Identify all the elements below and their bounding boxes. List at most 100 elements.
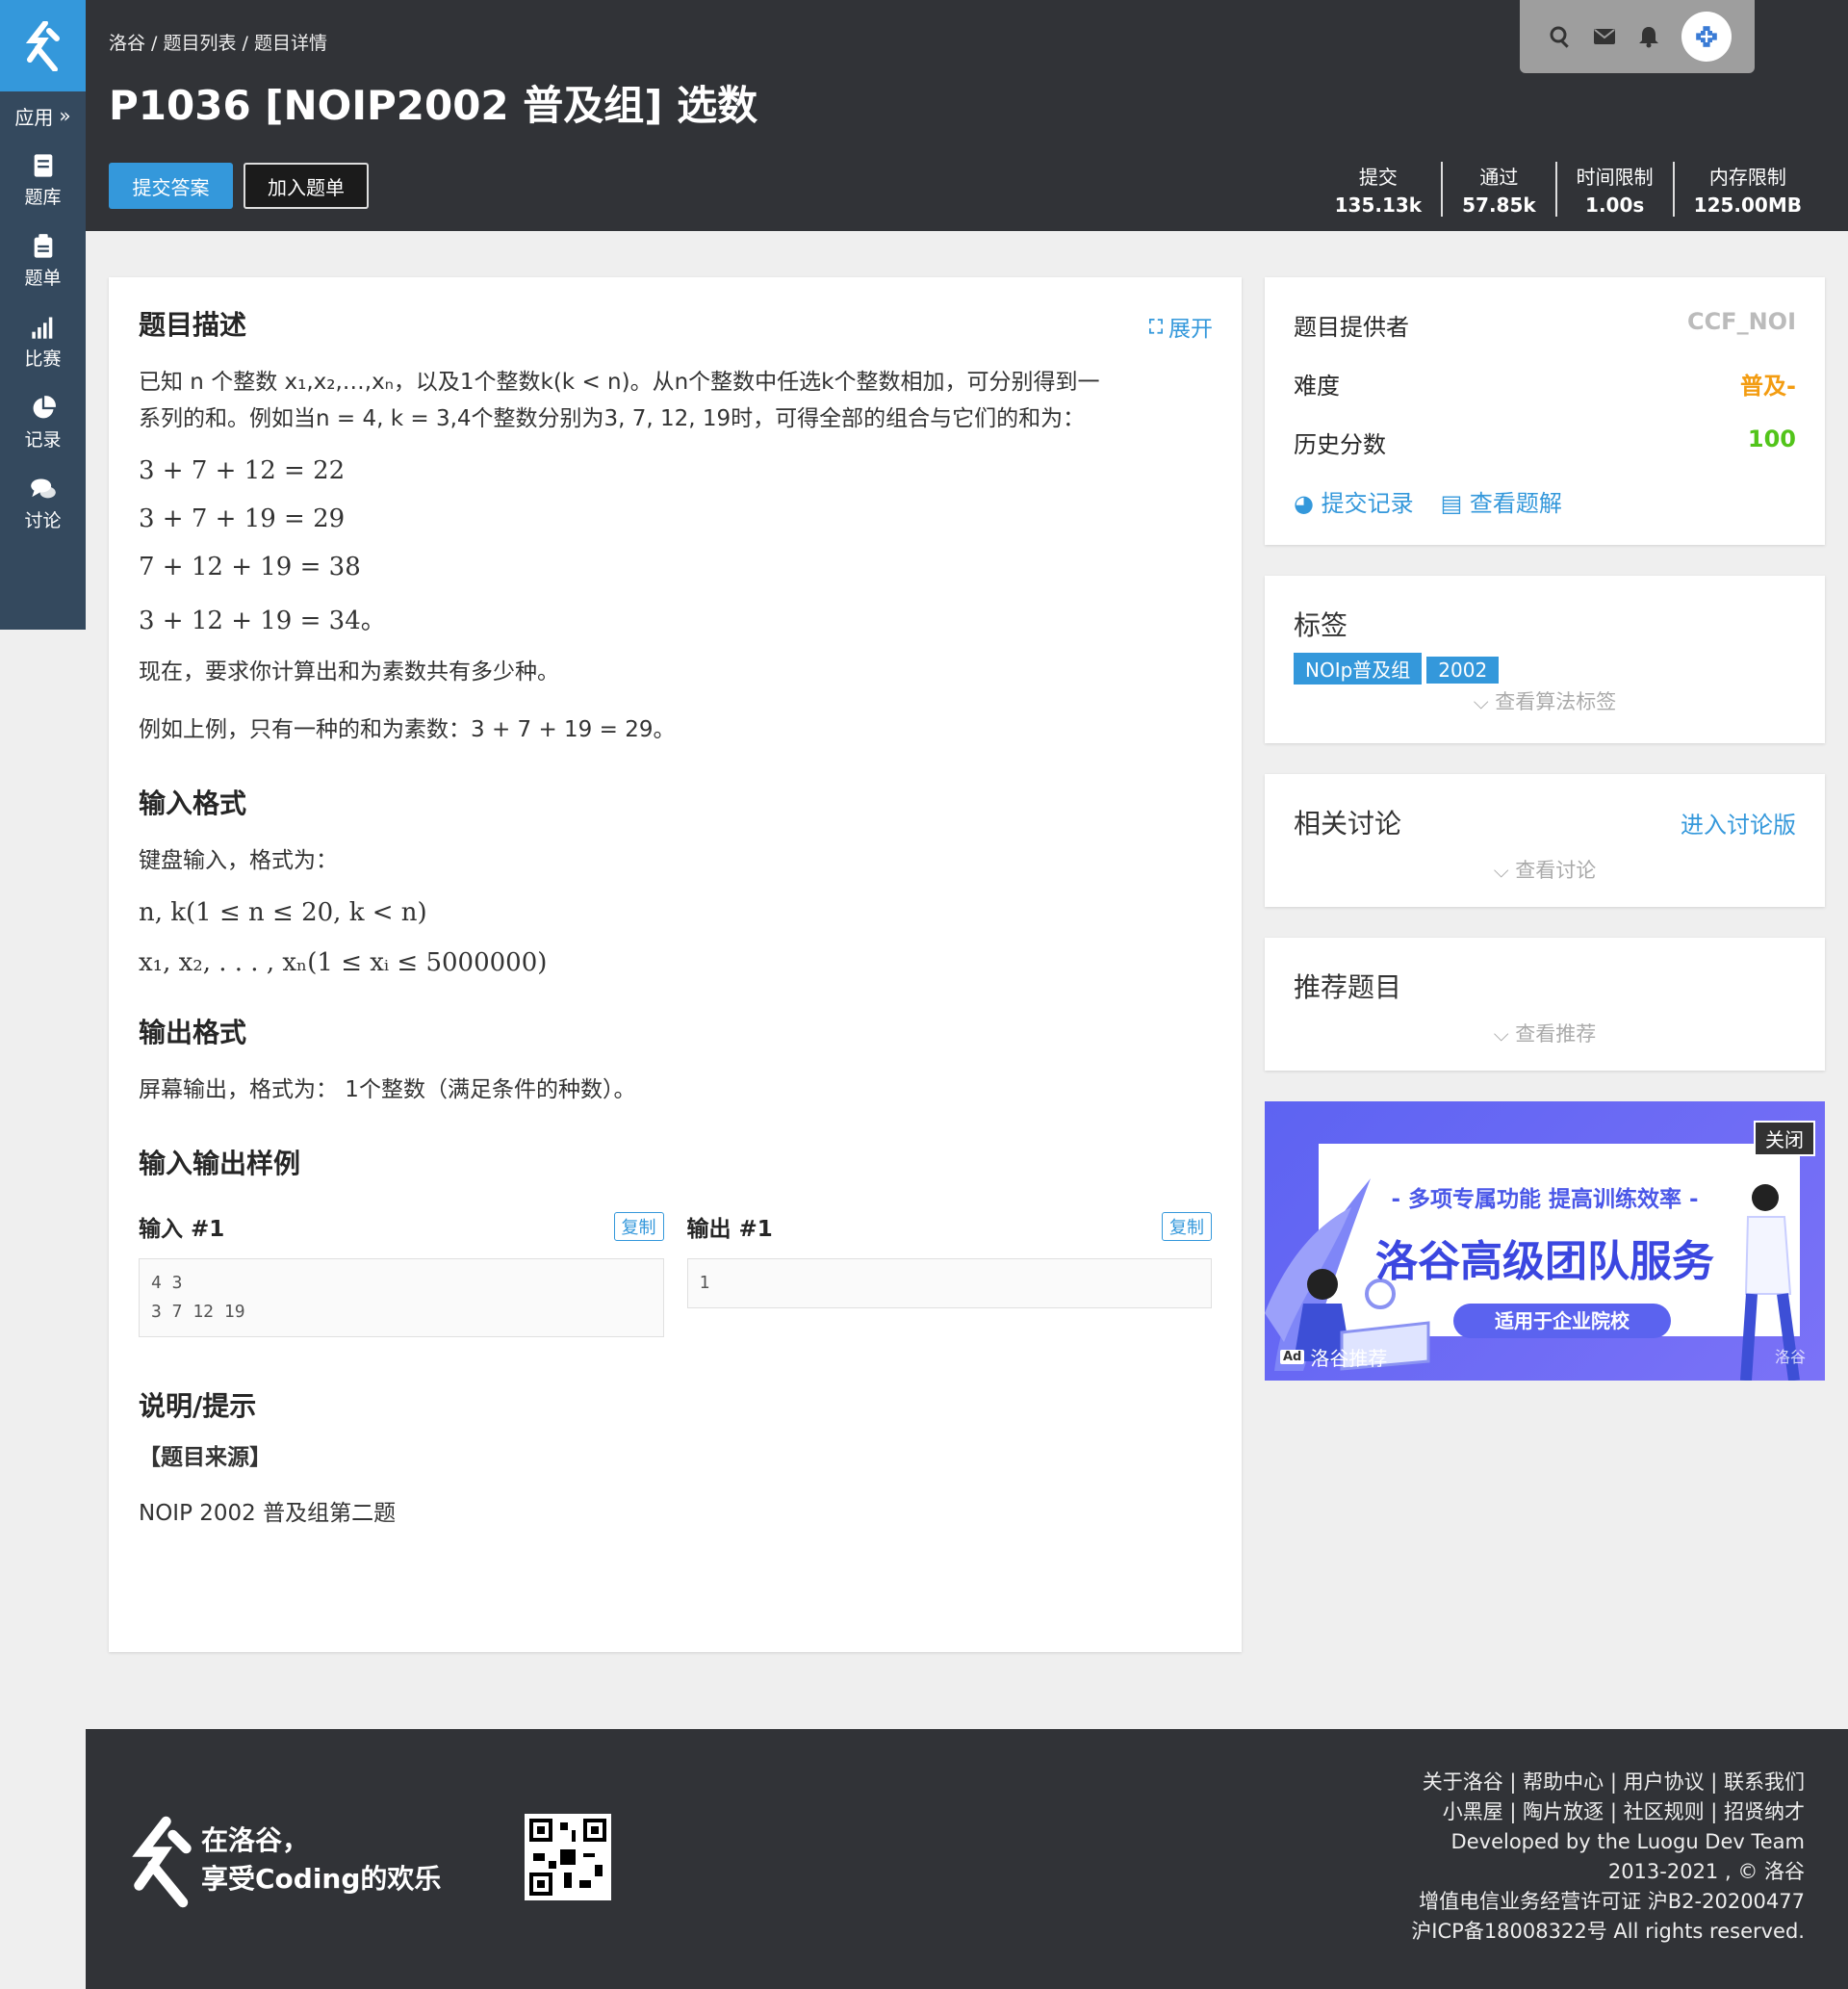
sidebar-item-records[interactable]: 记录 <box>0 382 86 463</box>
tag-noip-junior[interactable]: NOIp普及组 <box>1294 653 1423 685</box>
ad-banner[interactable]: 关闭 - 多项专属功能 提高训练效率 - 洛谷高级团队服务 适用于企业院校 Ad… <box>1265 1101 1825 1381</box>
records-link[interactable]: ◕ 提交记录 <box>1294 484 1414 518</box>
difficulty-label: 难度 <box>1294 373 1340 400</box>
sidebar: 应用 » 题库 题单 比赛 记录 讨论 <box>0 0 86 630</box>
history-score-value: 100 <box>1747 426 1796 452</box>
sidebar-item-training[interactable]: 题单 <box>0 220 86 301</box>
input-sample-header: 输入 #1 复制 <box>139 1210 664 1243</box>
show-algorithm-tags-label: 查看算法标签 <box>1495 690 1617 713</box>
discussion-card: 相关讨论 进入讨论版 ⌵ 查看讨论 <box>1265 774 1825 907</box>
input-sample-box[interactable]: 4 3 3 7 12 19 <box>139 1258 664 1337</box>
luogu-logo[interactable] <box>0 0 86 91</box>
output-sample-header: 输出 #1 复制 <box>687 1210 1212 1243</box>
output-sample-box[interactable]: 1 <box>686 1258 1212 1308</box>
ad-badge: Ad <box>1280 1350 1305 1364</box>
tags-title: 标签 <box>1294 609 1348 641</box>
sidebar-item-label: 讨论 <box>24 509 62 531</box>
description-title: 题目描述 <box>139 309 247 341</box>
tag-2002[interactable]: 2002 <box>1426 657 1500 684</box>
hint-title: 说明/提示 <box>139 1390 257 1422</box>
difficulty-value: 普及- <box>1740 373 1796 400</box>
provider-value[interactable]: CCF_NOI <box>1687 308 1796 342</box>
ad-watermark: 洛谷 <box>1774 1348 1806 1366</box>
show-recommendations[interactable]: ⌵ 查看推荐 <box>1294 1019 1796 1047</box>
page-title: P1036 [NOIP2002 普及组] 选数 <box>109 82 758 129</box>
breadcrumb[interactable]: 洛谷 / 题目列表 / 题目详情 <box>109 29 327 55</box>
example-equation: 3 + 7 + 12 = 22 <box>139 456 346 485</box>
book-icon <box>34 153 52 177</box>
double-chevron-right-icon: » <box>59 104 71 127</box>
description-line: 已知 n 个整数 x₁,x₂,…,xₙ，以及1个整数k(k < n)。从n个整数… <box>139 370 1100 395</box>
sidebar-item-problems[interactable]: 题库 <box>0 140 86 220</box>
input-constraint: x₁, x₂, . . . , xₙ(1 ≤ xᵢ ≤ 5000000) <box>139 948 548 977</box>
footer: 在洛谷， 享受Coding的欢乐 关于洛谷 | 帮助中心 | 用户协议 | 联系… <box>86 1729 1848 1989</box>
footer-slogan-line: 享受Coding的欢乐 <box>201 1863 442 1895</box>
solutions-link[interactable]: ▤ 查看题解 <box>1441 484 1562 518</box>
clipboard-icon <box>34 233 52 258</box>
show-algorithm-tags[interactable]: ⌵ 查看算法标签 <box>1294 686 1796 715</box>
description-body: 已知 n 个整数 x₁,x₂,…,xₙ，以及1个整数k(k < n)。从n个整数… <box>139 364 1212 748</box>
avatar[interactable] <box>1681 12 1732 62</box>
sidebar-item-label: 题库 <box>24 186 62 208</box>
solutions-link-label: 查看题解 <box>1469 490 1562 517</box>
show-recommendations-label: 查看推荐 <box>1515 1022 1597 1046</box>
copy-input-button[interactable]: 复制 <box>613 1212 664 1241</box>
stat-value: 135.13k <box>1334 194 1423 217</box>
example-equation: 3 + 7 + 19 = 29 <box>139 504 346 533</box>
footer-info: 关于洛谷 | 帮助中心 | 用户协议 | 联系我们 小黑屋 | 陶片放逐 | 社… <box>1411 1768 1805 1947</box>
samples-section: 输入 #1 复制 4 3 3 7 12 19 输出 #1 复制 1 <box>139 1210 1212 1337</box>
stat-label: 提交 <box>1358 166 1398 189</box>
problem-stats: 提交 135.13k 通过 57.85k 时间限制 1.00s 内存限制 125… <box>1316 162 1821 217</box>
description-example: 例如上例，只有一种的和为素数：3 + 7 + 19 = 29。 <box>139 717 676 742</box>
footer-links[interactable]: 小黑屋 | 陶片放逐 | 社区规则 | 招贤纳才 <box>1411 1797 1805 1827</box>
footer-qr-code <box>525 1814 611 1900</box>
search-icon[interactable] <box>1549 25 1572 48</box>
stat-memory-limit: 内存限制 125.00MB <box>1672 162 1821 217</box>
copy-output-button[interactable]: 复制 <box>1162 1212 1212 1241</box>
input-constraint: n, k(1 ≤ n ≤ 20, k < n) <box>139 898 427 927</box>
footer-logo-icon <box>132 1816 192 1908</box>
apps-button[interactable]: 应用 » <box>0 91 86 140</box>
output-format-title: 输出格式 <box>139 1017 247 1048</box>
stat-value: 57.85k <box>1462 194 1536 217</box>
records-link-label: 提交记录 <box>1321 490 1414 517</box>
apps-label: 应用 <box>14 105 54 129</box>
example-equation: 7 + 12 + 19 = 38 <box>139 553 361 581</box>
ad-cta-button[interactable]: 适用于企业院校 <box>1453 1304 1671 1338</box>
difficulty-row: 难度 普及- <box>1294 367 1796 400</box>
mail-icon[interactable] <box>1593 25 1616 48</box>
stat-label: 内存限制 <box>1708 166 1786 189</box>
show-discussions[interactable]: ⌵ 查看讨论 <box>1294 855 1796 884</box>
provider-label: 题目提供者 <box>1294 314 1409 341</box>
discussion-title: 相关讨论 <box>1294 808 1402 840</box>
problem-info-card: 题目提供者 CCF_NOI 难度 普及- 历史分数 100 ◕ 提交记录 ▤ 查… <box>1265 277 1825 545</box>
footer-license: 增值电信业务经营许可证 沪B2-20200477 <box>1419 1890 1805 1913</box>
example-equation: 3 + 12 + 19 = 34。 <box>139 607 386 635</box>
input-sample-label: 输入 #1 <box>139 1217 225 1242</box>
stat-value: 1.00s <box>1585 194 1645 217</box>
sidebar-item-discuss[interactable]: 讨论 <box>0 463 86 544</box>
submit-answer-button[interactable]: 提交答案 <box>109 163 233 209</box>
samples-title: 输入输出样例 <box>139 1148 301 1179</box>
avatar-pattern-icon <box>1696 26 1717 47</box>
enter-discussion-link[interactable]: 进入讨论版 <box>1681 806 1796 840</box>
ad-source-text: 洛谷推荐 <box>1310 1347 1388 1370</box>
description-line: 系列的和。例如当n = 4, k = 3,4个整数分别为3, 7, 12, 19… <box>139 406 1086 431</box>
history-score-row: 历史分数 100 <box>1294 426 1796 459</box>
expand-button[interactable]: ⛶ 展开 <box>1149 310 1213 343</box>
sidebar-item-contests[interactable]: 比赛 <box>0 301 86 382</box>
recommend-title: 推荐题目 <box>1294 971 1402 1003</box>
show-discussions-label: 查看讨论 <box>1515 859 1597 882</box>
add-to-list-button[interactable]: 加入题单 <box>244 163 369 209</box>
footer-slogan: 在洛谷， 享受Coding的欢乐 <box>201 1821 441 1899</box>
footer-links[interactable]: 关于洛谷 | 帮助中心 | 用户协议 | 联系我们 <box>1411 1768 1805 1797</box>
footer-slogan-line: 在洛谷， <box>201 1824 310 1856</box>
history-score-label: 历史分数 <box>1294 431 1386 458</box>
bar-chart-icon <box>31 317 52 339</box>
footer-dev: Developed by the Luogu Dev Team <box>1450 1830 1805 1853</box>
input-sample: 输入 #1 复制 4 3 3 7 12 19 <box>139 1210 664 1337</box>
ad-close-button[interactable]: 关闭 <box>1754 1121 1815 1156</box>
expand-icon: ⛶ <box>1149 315 1163 338</box>
bell-icon[interactable] <box>1637 25 1660 48</box>
sidebar-item-label: 记录 <box>24 428 62 451</box>
